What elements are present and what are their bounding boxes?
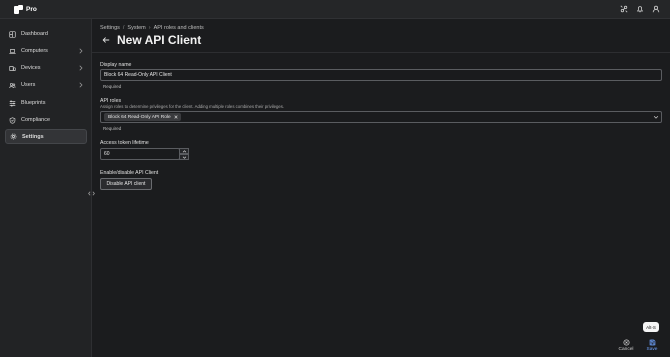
save-button[interactable]: Save [642, 337, 662, 353]
breadcrumb: Settings / System › API roles and client… [100, 25, 204, 31]
decrement-button[interactable] [179, 154, 189, 160]
api-roles-helper: Required [103, 126, 122, 131]
sidebar-item-label: Devices [21, 65, 41, 71]
cancel-button[interactable]: Cancel [616, 337, 636, 353]
page-title: New API Client [117, 33, 202, 47]
sidebar-item-label: Compliance [21, 117, 51, 123]
sidebar-item-label: Blueprints [21, 100, 46, 106]
breadcrumb-separator: › [148, 25, 151, 31]
disable-api-client-button[interactable]: Disable API client [100, 178, 152, 190]
sidebar-item-settings[interactable]: Settings [5, 129, 87, 144]
breadcrumb-settings[interactable]: Settings [100, 25, 120, 31]
sidebar-item-blueprints[interactable]: Blueprints [5, 96, 87, 110]
blueprints-icon [9, 99, 16, 107]
close-icon[interactable] [174, 115, 178, 119]
bell-icon[interactable] [636, 5, 644, 13]
breadcrumb-system[interactable]: System [127, 25, 145, 31]
dashboard-icon [9, 30, 16, 38]
sidebar-item-users[interactable]: Users [5, 78, 87, 92]
token-lifetime-stepper [179, 148, 189, 160]
enable-label: Enable/disable API Client [100, 170, 159, 176]
app-logo[interactable]: Pro [14, 4, 37, 14]
sidebar-item-label: Computers [21, 48, 48, 54]
save-shortcut-tooltip: Alt-S [643, 322, 659, 332]
breadcrumb-api-roles[interactable]: API roles and clients [154, 25, 204, 31]
breadcrumb-separator: / [122, 25, 125, 31]
save-label: Save [646, 347, 658, 352]
chevron-up-icon [182, 150, 187, 153]
logo-icon [14, 4, 23, 14]
laptop-icon [9, 48, 16, 54]
chevron-right-icon [79, 65, 83, 71]
sidebar-item-compliance[interactable]: Compliance [5, 113, 87, 127]
chevron-right-icon [79, 48, 83, 54]
token-lifetime-label: Access token lifetime [100, 140, 149, 146]
back-arrow-icon[interactable] [102, 36, 110, 44]
display-name-field[interactable]: Block 64 Read-Only API Client [100, 69, 662, 81]
shield-icon [9, 116, 16, 124]
role-chip: Block 64 Read-Only API Role [104, 113, 181, 121]
integrations-icon[interactable] [620, 5, 628, 13]
top-bar: Pro [0, 0, 670, 19]
role-chip-label: Block 64 Read-Only API Role [108, 114, 171, 120]
sidebar-item-devices[interactable]: Devices [5, 61, 87, 75]
chevron-right-icon [79, 82, 83, 88]
display-name-helper: Required [103, 84, 122, 89]
gear-icon [10, 133, 17, 140]
app-name: Pro [26, 5, 37, 13]
token-lifetime-input[interactable]: 60 [100, 148, 180, 160]
display-name-value: Block 64 Read-Only API Client [104, 72, 172, 78]
api-roles-select[interactable] [100, 111, 662, 123]
api-roles-hint: Assign roles to determine privileges for… [100, 104, 285, 109]
users-icon [9, 82, 16, 88]
token-lifetime-value: 60 [104, 151, 110, 157]
user-icon[interactable] [652, 5, 660, 13]
sidebar-item-label: Dashboard [21, 31, 48, 37]
sidebar-item-label: Users [21, 82, 36, 88]
sidebar-item-dashboard[interactable]: Dashboard [5, 27, 87, 41]
cancel-label: Cancel [618, 347, 634, 352]
sidebar: Dashboard Computers Devices Users Bluepr… [0, 19, 92, 357]
devices-icon [9, 65, 16, 71]
chevron-down-icon[interactable] [653, 114, 659, 120]
cancel-icon [622, 339, 630, 346]
sidebar-item-computers[interactable]: Computers [5, 44, 87, 58]
chevron-down-icon [182, 156, 187, 159]
display-name-label: Display name [100, 62, 132, 68]
header-divider [92, 52, 670, 53]
save-icon [649, 339, 655, 346]
sidebar-item-label: Settings [22, 133, 44, 140]
